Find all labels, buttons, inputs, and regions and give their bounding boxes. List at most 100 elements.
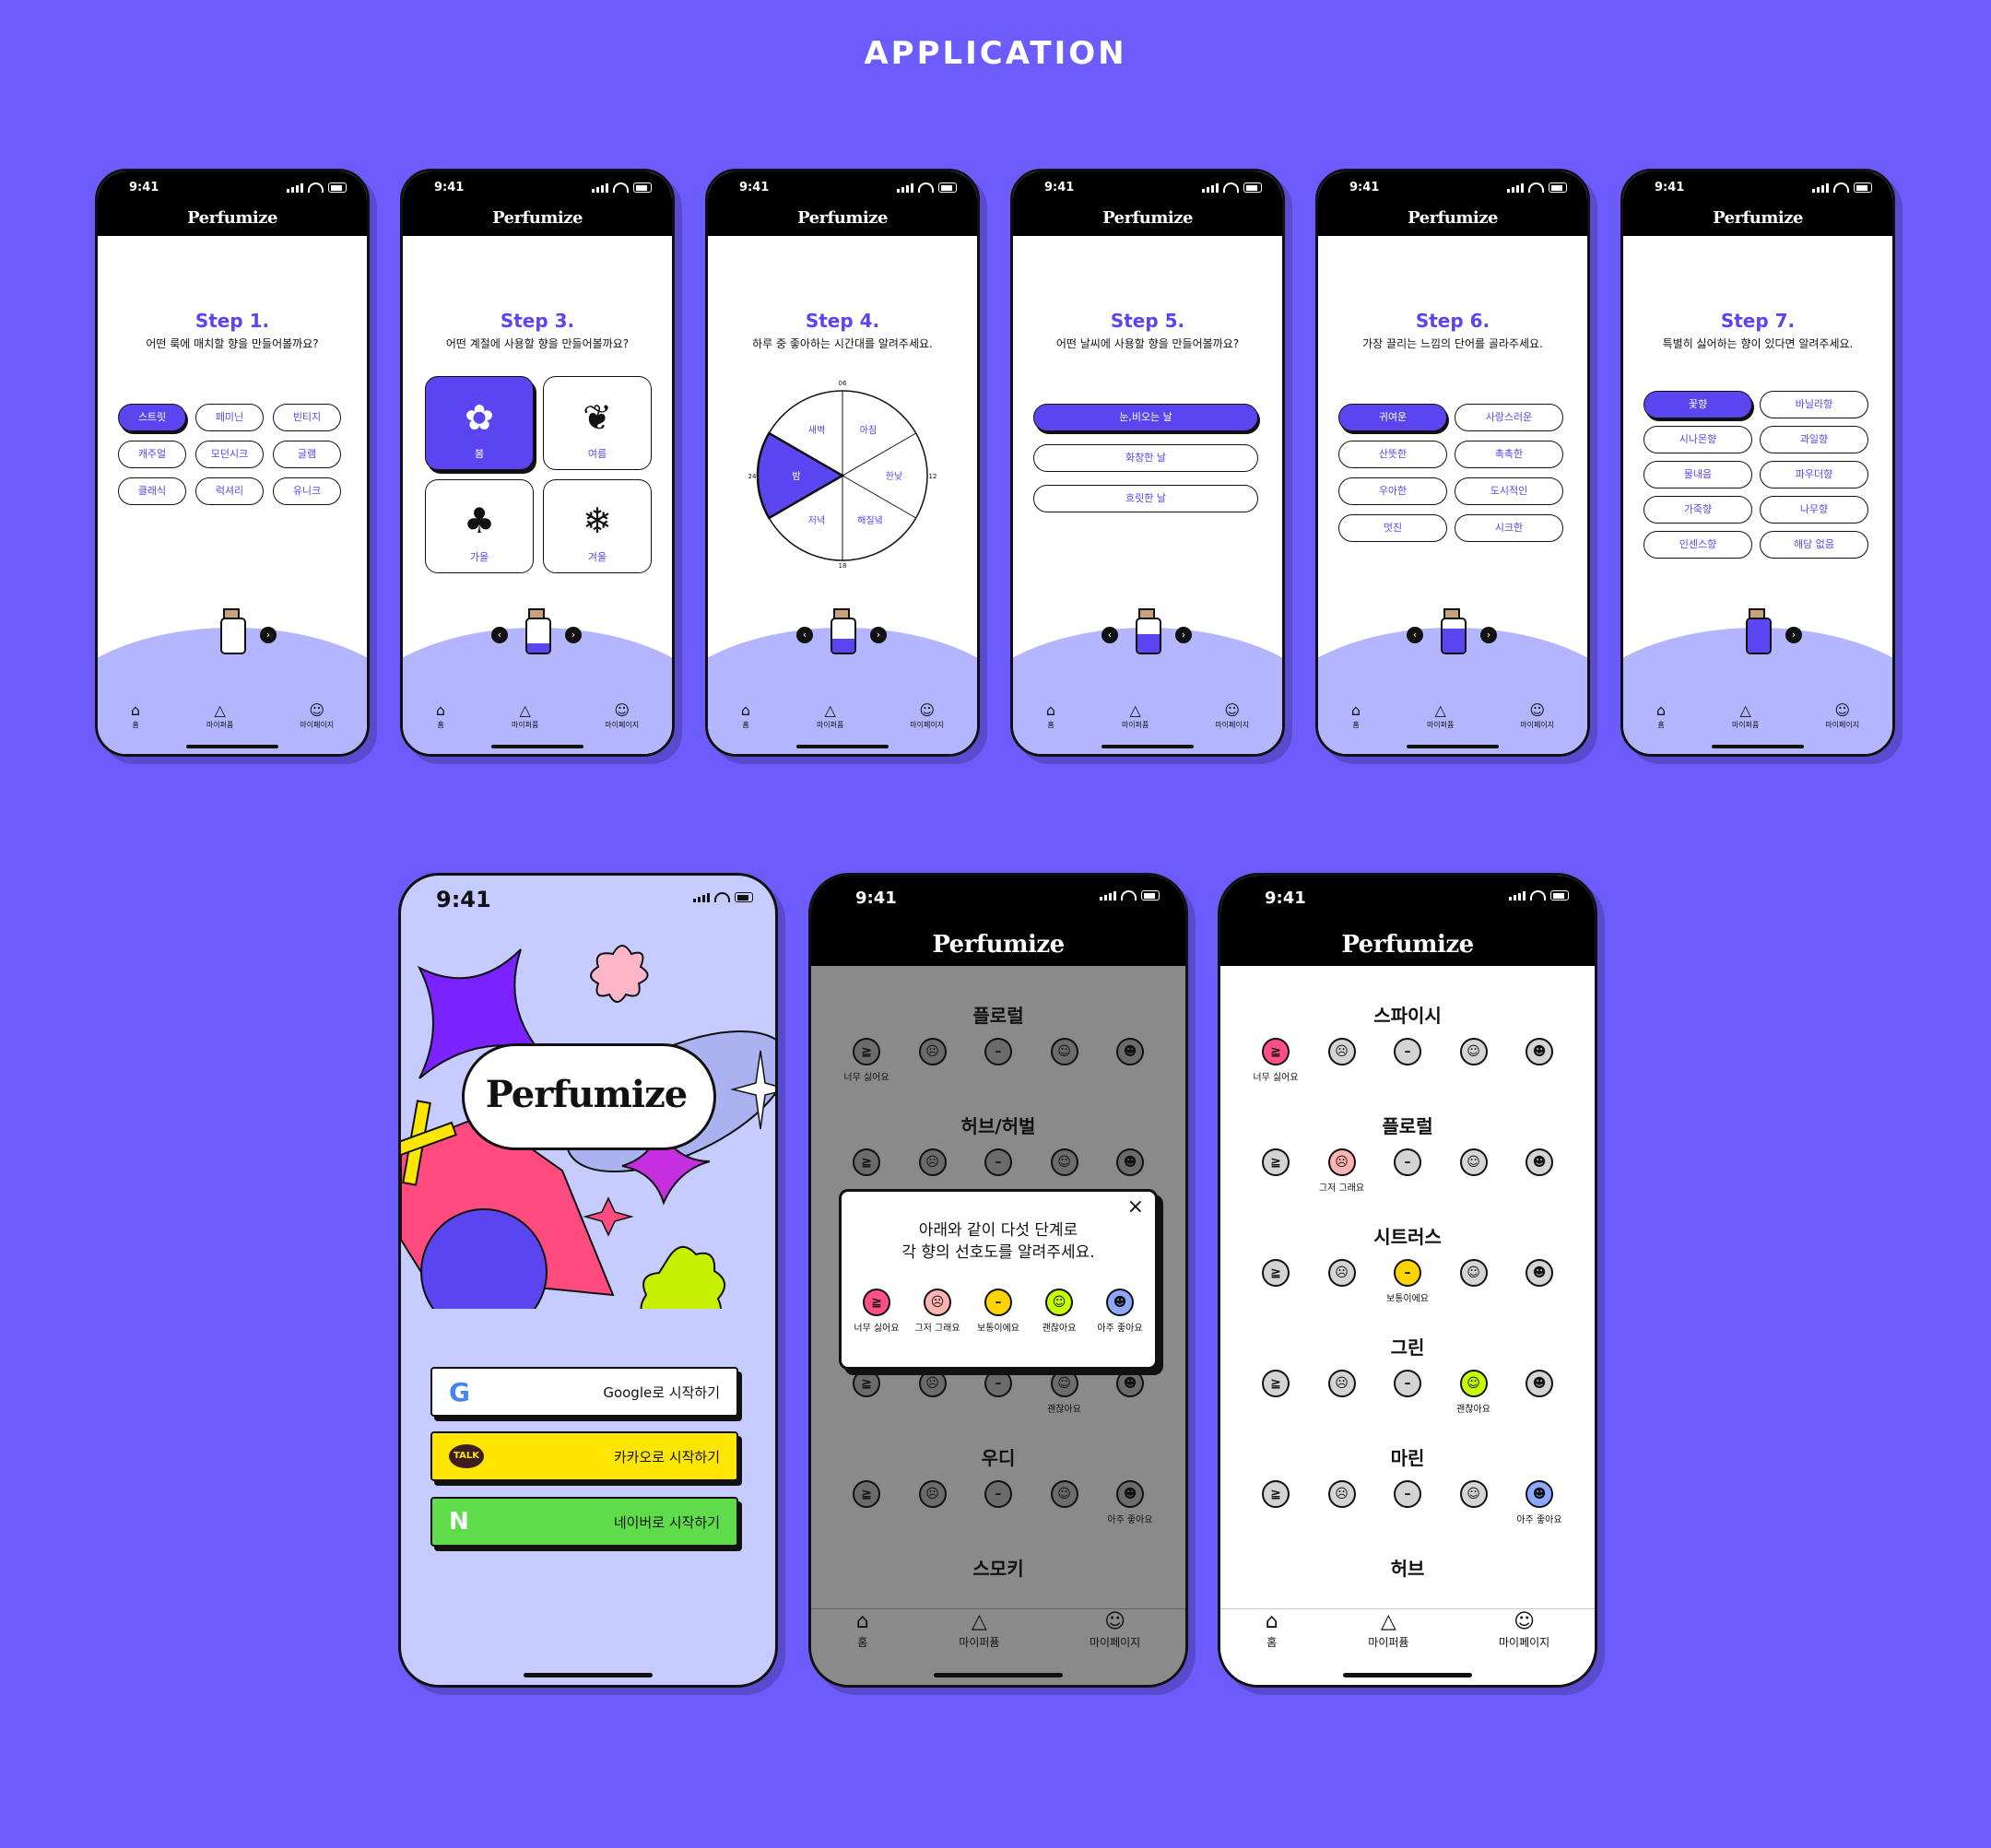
nav-home[interactable]: ⌂ 홈 (1046, 703, 1055, 730)
sad-face-icon[interactable]: ☹ (918, 1148, 947, 1176)
season-card-autumn[interactable]: ♣ 가을 (425, 479, 534, 573)
nav-mypage[interactable]: ☺ 마이페이지 (605, 703, 639, 730)
neutral-face-icon[interactable]: – (984, 1148, 1012, 1176)
option-pill[interactable]: 시나몬향 (1643, 426, 1752, 453)
nav-mypage[interactable]: ☺ 마이페이지 (1499, 1612, 1549, 1650)
time-wheel[interactable]: 새벽 아침 한낮 해질녘 저녁 밤 06 12 18 24 (745, 376, 940, 570)
nav-myperfume[interactable]: △ 마이퍼퓸 (512, 703, 538, 730)
angry-face-icon[interactable]: ≧ (1262, 1259, 1290, 1287)
sad-face-icon[interactable]: ☹ (918, 1480, 947, 1508)
nav-home[interactable]: ⌂ 홈 (1266, 1612, 1278, 1650)
close-icon[interactable]: × (1127, 1195, 1144, 1218)
angry-face-icon[interactable]: ≧ (853, 1038, 880, 1065)
option-pill[interactable]: 산뜻한 (1338, 441, 1447, 468)
angry-face-icon[interactable]: ≧ (1262, 1038, 1290, 1065)
sad-face-icon[interactable]: ☹ (1327, 1038, 1356, 1065)
prev-arrow-button[interactable]: ‹ (796, 627, 813, 643)
nav-mypage[interactable]: ☺ 마이페이지 (1215, 703, 1249, 730)
option-pill[interactable]: 럭셔리 (195, 477, 264, 505)
nav-myperfume[interactable]: △ 마이퍼퓸 (1427, 703, 1454, 730)
option-pill[interactable]: 사랑스러운 (1455, 404, 1563, 431)
next-arrow-button[interactable]: › (260, 627, 277, 643)
nav-mypage[interactable]: ☺ 마이페이지 (1520, 703, 1554, 730)
option-pill[interactable]: 모던시크 (195, 441, 264, 468)
option-pill[interactable]: 흐릿한 날 (1033, 485, 1258, 512)
nav-myperfume[interactable]: △ 마이퍼퓸 (1368, 1612, 1408, 1650)
option-pill[interactable]: 시크한 (1455, 514, 1563, 542)
option-pill[interactable]: 클래식 (118, 477, 186, 505)
nav-myperfume[interactable]: △ 마이퍼퓸 (959, 1612, 999, 1650)
option-pill[interactable]: 캐주얼 (118, 441, 186, 468)
option-pill[interactable]: 글램 (273, 441, 341, 468)
option-pill[interactable]: 과일향 (1760, 426, 1868, 453)
kakao-login-button[interactable]: TALK 카카오로 시작하기 (430, 1431, 738, 1481)
nav-home[interactable]: ⌂ 홈 (856, 1612, 869, 1650)
option-pill[interactable]: 빈티지 (273, 404, 341, 431)
smile-face-icon[interactable]: ☺ (1050, 1038, 1078, 1065)
sad-face-icon[interactable]: ☹ (918, 1038, 947, 1065)
nav-home[interactable]: ⌂ 홈 (1656, 703, 1666, 730)
angry-face-icon[interactable]: ≧ (1262, 1370, 1290, 1397)
option-pill[interactable]: 화창한 날 (1033, 444, 1258, 472)
smile-face-icon[interactable]: ☺ (1459, 1370, 1488, 1397)
option-pill[interactable]: 물내음 (1643, 461, 1752, 488)
option-pill[interactable]: 멋진 (1338, 514, 1447, 542)
happy-face-icon[interactable]: ☻ (1526, 1038, 1553, 1065)
smile-face-icon[interactable]: ☺ (1459, 1259, 1488, 1287)
angry-face-icon[interactable]: ≧ (853, 1148, 880, 1176)
next-arrow-button[interactable]: › (870, 627, 887, 643)
happy-face-icon[interactable]: ☻ (1526, 1370, 1553, 1397)
option-pill[interactable]: 해당 없음 (1760, 531, 1868, 559)
next-arrow-button[interactable]: › (565, 627, 582, 643)
season-card-spring[interactable]: ✿ 봄 (425, 376, 534, 470)
neutral-face-icon[interactable]: – (984, 1480, 1012, 1508)
option-pill[interactable]: 바닐라향 (1760, 391, 1868, 418)
smile-face-icon[interactable]: ☺ (1459, 1038, 1488, 1065)
smile-face-icon[interactable]: ☺ (1459, 1148, 1488, 1176)
nav-home[interactable]: ⌂ 홈 (1351, 703, 1361, 730)
happy-face-icon[interactable]: ☻ (1526, 1480, 1553, 1508)
option-pill[interactable]: 가죽향 (1643, 496, 1752, 524)
sad-face-icon[interactable]: ☹ (918, 1370, 947, 1397)
option-pill[interactable]: 우아한 (1338, 477, 1447, 505)
neutral-face-icon[interactable]: – (1394, 1038, 1421, 1065)
happy-face-icon[interactable]: ☻ (1526, 1148, 1553, 1176)
option-pill[interactable]: 도시적인 (1455, 477, 1563, 505)
season-card-winter[interactable]: ❄ 겨울 (543, 479, 652, 573)
neutral-face-icon[interactable]: – (984, 1370, 1012, 1397)
prev-arrow-button[interactable]: ‹ (1102, 627, 1118, 643)
angry-face-icon[interactable]: ≧ (1262, 1480, 1290, 1508)
nav-myperfume[interactable]: △ 마이퍼퓸 (1122, 703, 1149, 730)
smile-face-icon[interactable]: ☺ (1050, 1370, 1078, 1397)
sad-face-icon[interactable]: ☹ (1327, 1370, 1356, 1397)
option-pill[interactable]: 페미닌 (195, 404, 264, 431)
option-pill[interactable]: 파우더향 (1760, 461, 1868, 488)
nav-myperfume[interactable]: △ 마이퍼퓸 (206, 703, 233, 730)
happy-face-icon[interactable]: ☻ (1116, 1038, 1144, 1065)
nav-home[interactable]: ⌂ 홈 (131, 703, 140, 730)
smile-face-icon[interactable]: ☺ (1459, 1480, 1488, 1508)
option-pill[interactable]: 촉촉한 (1455, 441, 1563, 468)
sad-face-icon[interactable]: ☹ (1327, 1480, 1356, 1508)
prev-arrow-button[interactable]: ‹ (491, 627, 508, 643)
nav-myperfume[interactable]: △ 마이퍼퓸 (817, 703, 843, 730)
angry-face-icon[interactable]: ≧ (1262, 1148, 1290, 1176)
neutral-face-icon[interactable]: – (1394, 1370, 1421, 1397)
happy-face-icon[interactable]: ☻ (1116, 1370, 1144, 1397)
neutral-face-icon[interactable]: – (984, 1038, 1012, 1065)
season-card-summer[interactable]: ❦ 여름 (543, 376, 652, 470)
happy-face-icon[interactable]: ☻ (1116, 1480, 1144, 1508)
sad-face-icon[interactable]: ☹ (1327, 1259, 1356, 1287)
nav-mypage[interactable]: ☺ 마이페이지 (1090, 1612, 1140, 1650)
neutral-face-icon[interactable]: – (1394, 1148, 1421, 1176)
prev-arrow-button[interactable]: ‹ (1407, 627, 1423, 643)
next-arrow-button[interactable]: › (1175, 627, 1192, 643)
option-pill[interactable]: 나무향 (1760, 496, 1868, 524)
angry-face-icon[interactable]: ≧ (853, 1370, 880, 1397)
nav-home[interactable]: ⌂ 홈 (436, 703, 445, 730)
option-pill[interactable]: 눈,비오는 날 (1033, 404, 1258, 431)
option-pill[interactable]: 유니크 (273, 477, 341, 505)
option-pill[interactable]: 꽃향 (1643, 391, 1752, 418)
nav-myperfume[interactable]: △ 마이퍼퓸 (1732, 703, 1759, 730)
nav-mypage[interactable]: ☺ 마이페이지 (910, 703, 944, 730)
